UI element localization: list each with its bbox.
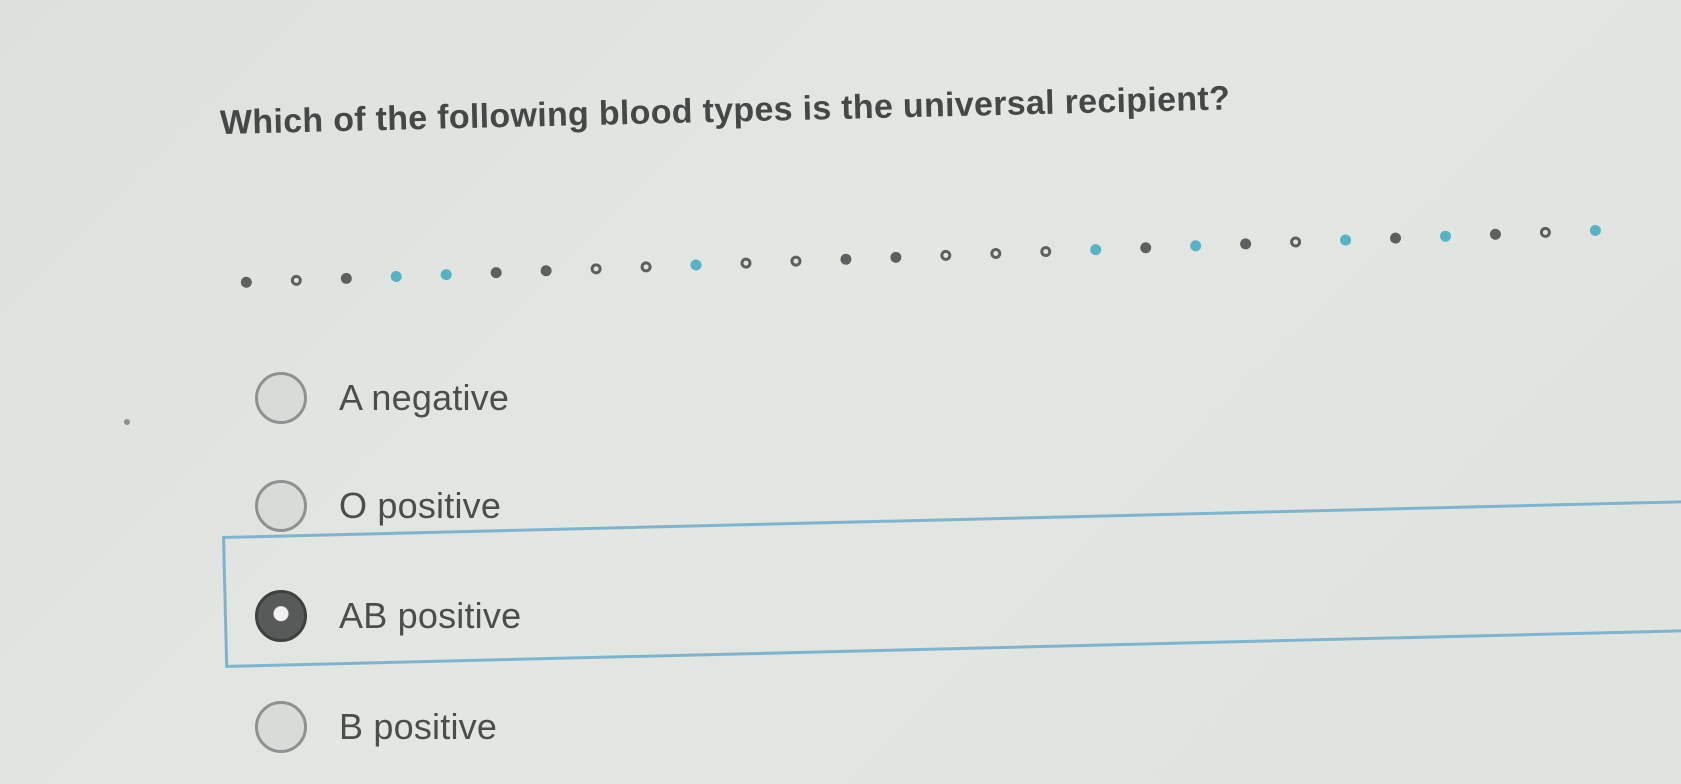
progress-dot — [1589, 224, 1602, 237]
progress-dot — [340, 272, 352, 285]
progress-dot — [1539, 226, 1552, 239]
progress-dot — [1439, 230, 1452, 242]
screen-speck — [124, 419, 130, 425]
answer-option-o-positive[interactable]: O positive — [255, 480, 501, 532]
radio-button-o-positive[interactable] — [255, 480, 307, 532]
progress-dot — [440, 268, 452, 281]
answer-label-b-positive: B positive — [339, 706, 498, 747]
progress-dot — [1239, 238, 1252, 250]
radio-button-a-negative[interactable] — [255, 372, 307, 424]
progress-dot — [990, 247, 1002, 260]
progress-dot — [540, 265, 552, 277]
answer-label-o-positive: O positive — [339, 485, 502, 526]
progress-dot — [740, 257, 752, 269]
progress-dot — [1139, 242, 1152, 254]
progress-dot — [1389, 232, 1402, 244]
progress-dot-row — [239, 175, 1680, 290]
radio-button-b-positive[interactable] — [255, 701, 307, 753]
progress-dot — [390, 270, 402, 283]
progress-dot — [1489, 228, 1502, 240]
progress-dot — [940, 249, 952, 262]
answer-label-a-negative: A negative — [339, 377, 510, 418]
question-text: Which of the following blood types is th… — [219, 79, 1231, 142]
answer-option-a-negative[interactable]: A negative — [255, 372, 509, 424]
answer-option-b-positive[interactable]: B positive — [255, 701, 497, 753]
progress-dot — [1090, 243, 1102, 256]
radio-button-ab-positive[interactable] — [255, 590, 307, 642]
progress-dot — [640, 261, 652, 273]
progress-dot — [1040, 245, 1052, 258]
progress-dot — [840, 253, 852, 265]
progress-dot — [790, 255, 802, 267]
progress-dot — [1339, 234, 1352, 246]
progress-dot — [890, 251, 902, 264]
answer-label-ab-positive: AB positive — [339, 595, 522, 636]
progress-dot — [240, 276, 253, 288]
quiz-screen: Which of the following blood types is th… — [0, 0, 1681, 784]
progress-dot — [590, 263, 602, 275]
progress-dot — [290, 274, 303, 287]
progress-dot — [1289, 236, 1302, 248]
progress-dot — [690, 259, 702, 271]
progress-dot — [1189, 240, 1202, 252]
progress-dot — [490, 266, 502, 279]
answer-option-ab-positive[interactable]: AB positive — [255, 590, 521, 642]
